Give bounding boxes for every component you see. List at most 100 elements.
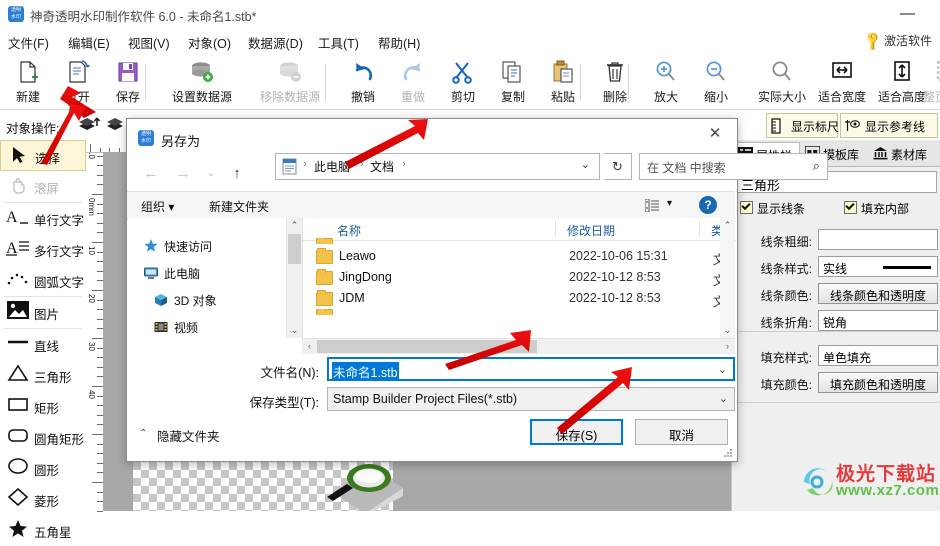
- toolbar-button-重做[interactable]: 重做: [390, 58, 436, 106]
- resize-grip[interactable]: [724, 449, 734, 459]
- file-list-scrollbar[interactable]: ⌃ ⌄: [720, 218, 735, 338]
- property-button[interactable]: 填充颜色和透明度: [818, 372, 938, 393]
- tool-五角星[interactable]: 五角星: [0, 515, 86, 546]
- column-divider[interactable]: [555, 221, 556, 236]
- hide-folders-toggle[interactable]: ⌃ 隐藏文件夹: [139, 426, 220, 445]
- tool-单行文字[interactable]: A 单行文字: [0, 203, 86, 234]
- refresh-button[interactable]: ↻: [604, 153, 632, 180]
- activate-software-link[interactable]: 🔑激活软件: [862, 30, 932, 52]
- toolbar-button-撤销[interactable]: 撤销: [340, 58, 386, 106]
- toolbar-button-放大[interactable]: 放大: [643, 58, 689, 106]
- menu-item-2[interactable]: 视图(V): [128, 33, 170, 52]
- show-ruler-toggle[interactable]: 显示标尺: [766, 113, 839, 138]
- nav-pane-scrollbar[interactable]: ⌃ ⌄: [286, 218, 302, 338]
- menu-item-3[interactable]: 对象(O): [188, 33, 231, 52]
- nav-scroll-up-icon[interactable]: ⌃: [287, 218, 302, 233]
- forward-button[interactable]: →: [171, 162, 195, 186]
- property-field[interactable]: [818, 229, 938, 250]
- address-bar[interactable]: › 此电脑 › 文档 › ⌄: [275, 153, 600, 180]
- tool-图片[interactable]: 图片: [0, 297, 86, 328]
- toolbar-button-缩小[interactable]: 缩小: [693, 58, 739, 106]
- tool-滚屏[interactable]: 滚屏: [0, 171, 86, 202]
- nav-item-3D 对象[interactable]: 3D 对象: [154, 292, 217, 309]
- triangle-icon: [6, 364, 30, 388]
- savetype-select[interactable]: Stamp Builder Project Files(*.stb) ⌄: [327, 387, 735, 411]
- organize-menu[interactable]: 组织 ▾: [141, 198, 174, 215]
- list-scroll-down-icon[interactable]: ⌄: [720, 323, 735, 338]
- property-button[interactable]: 线条颜色和透明度: [818, 283, 938, 304]
- toolbar-button-复制[interactable]: 复制: [490, 58, 536, 106]
- toolbar-button-新建[interactable]: 新建: [5, 58, 51, 106]
- table-row-partial[interactable]: [303, 309, 736, 315]
- tab-素材库[interactable]: 素材库: [870, 142, 940, 166]
- toolbar-button-粘贴[interactable]: 粘贴: [540, 58, 586, 106]
- file-list-pane: 名称修改日期类 Leawo2022-10-06 15:31文JingDong20…: [302, 218, 736, 338]
- column-divider[interactable]: [699, 221, 700, 236]
- table-row-partial[interactable]: [303, 238, 736, 244]
- filename-row: 文件名(N): 未命名1.stb ⌄: [127, 357, 735, 383]
- toolbar-button-打开[interactable]: 打开: [55, 58, 101, 106]
- dialog-close-button[interactable]: ✕: [693, 119, 737, 149]
- tool-直线[interactable]: 直线: [0, 329, 86, 360]
- filename-dropdown-icon[interactable]: ⌄: [718, 363, 727, 376]
- savetype-value: Stamp Builder Project Files(*.stb): [333, 392, 518, 406]
- search-box[interactable]: 在 文档 中搜索 ⌕: [639, 153, 828, 180]
- hscroll-right-icon[interactable]: ›: [720, 339, 735, 354]
- toolbar-button-剪切[interactable]: 剪切: [440, 58, 486, 106]
- tool-菱形[interactable]: 菱形: [0, 484, 86, 515]
- fill-inside-checkbox[interactable]: 填充内部: [844, 200, 909, 217]
- table-row[interactable]: JDM2022-10-12 8:53文: [303, 288, 736, 309]
- savetype-dropdown-icon[interactable]: ⌄: [719, 392, 728, 405]
- minimize-button[interactable]: [888, 0, 928, 28]
- tool-圆弧文字[interactable]: 圆弧文字: [0, 265, 86, 296]
- menu-item-0[interactable]: 文件(F): [8, 33, 49, 52]
- tool-多行文字[interactable]: A 多行文字: [0, 234, 86, 265]
- address-dropdown-icon[interactable]: ⌄: [581, 158, 590, 171]
- tool-矩形[interactable]: 矩形: [0, 391, 86, 422]
- nav-item-视频[interactable]: 视频: [154, 319, 198, 336]
- column-header-修改日期[interactable]: 修改日期: [567, 222, 615, 239]
- table-row[interactable]: JingDong2022-10-12 8:53文: [303, 267, 736, 288]
- nav-item-此电脑[interactable]: 此电脑: [144, 265, 200, 282]
- tool-圆角矩形[interactable]: 圆角矩形: [0, 422, 86, 453]
- show-line-checkbox[interactable]: 显示线条: [740, 200, 805, 217]
- up-button[interactable]: ↑: [225, 162, 249, 186]
- column-header-名称[interactable]: 名称: [337, 222, 361, 239]
- property-field[interactable]: 单色填充: [818, 345, 938, 366]
- ruler-label: 0mm: [87, 198, 96, 216]
- list-scroll-up-icon[interactable]: ⌃: [720, 218, 735, 233]
- bring-forward-button[interactable]: [76, 113, 102, 137]
- toolbar-button-保存[interactable]: 保存: [105, 58, 151, 106]
- menu-item-1[interactable]: 编辑(E): [68, 33, 110, 52]
- tool-选择[interactable]: 选择: [0, 140, 86, 171]
- breadcrumb-documents[interactable]: 文档: [370, 158, 394, 175]
- recent-locations-button[interactable]: ⌄: [199, 162, 223, 186]
- tool-圆形[interactable]: 圆形: [0, 453, 86, 484]
- cancel-button[interactable]: 取消: [635, 419, 728, 445]
- save-button[interactable]: 保存(S): [530, 419, 623, 445]
- menu-item-6[interactable]: 帮助(H): [378, 33, 420, 52]
- property-field[interactable]: 实线: [818, 256, 938, 277]
- menu-item-5[interactable]: 工具(T): [318, 33, 359, 52]
- breadcrumb-this-pc[interactable]: 此电脑: [314, 158, 350, 175]
- nav-scroll-down-icon[interactable]: ⌄: [287, 323, 302, 338]
- hscroll-left-icon[interactable]: ‹: [302, 339, 317, 354]
- view-dropdown-icon[interactable]: ▾: [667, 198, 672, 209]
- tool-三角形[interactable]: 三角形: [0, 360, 86, 391]
- help-button[interactable]: ?: [699, 196, 717, 214]
- menu-item-4[interactable]: 数据源(D): [248, 33, 303, 52]
- file-list-hscrollbar[interactable]: ‹ ›: [302, 338, 735, 354]
- back-button[interactable]: ←: [139, 162, 163, 186]
- nav-item-快速访问[interactable]: 快速访问: [144, 238, 212, 255]
- toolbar-button-整页显示[interactable]: 整页显示: [905, 58, 940, 106]
- toolbar-button-设置数据源[interactable]: 设置数据源: [160, 58, 244, 106]
- table-row[interactable]: Leawo2022-10-06 15:31文: [303, 246, 736, 267]
- new-folder-button[interactable]: 新建文件夹: [209, 198, 269, 215]
- toolbar-button-移除数据源[interactable]: 移除数据源: [248, 58, 332, 106]
- property-field[interactable]: 锐角: [818, 310, 938, 331]
- toolbar-button-删除[interactable]: 删除: [592, 58, 638, 106]
- hscroll-thumb[interactable]: [317, 340, 537, 353]
- nav-scroll-thumb[interactable]: [288, 234, 301, 264]
- filename-input[interactable]: 未命名1.stb ⌄: [327, 357, 735, 381]
- show-guides-toggle[interactable]: 显示参考线: [840, 113, 938, 138]
